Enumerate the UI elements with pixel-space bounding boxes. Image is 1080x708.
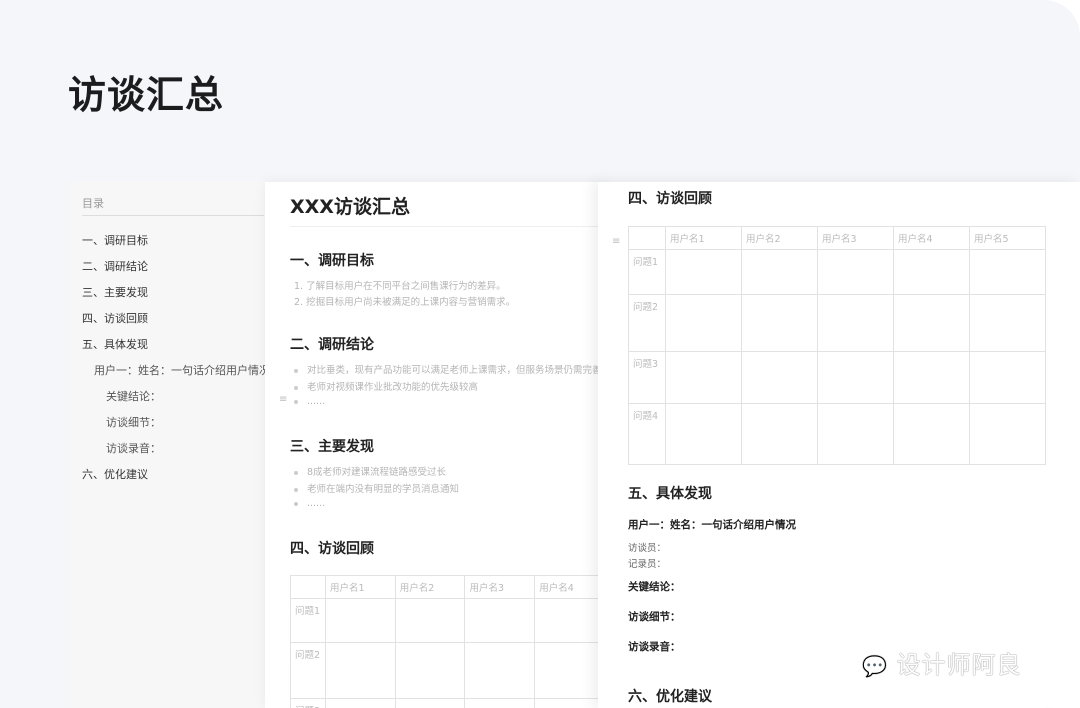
document-page-2: 四、访谈回顾 ≡ 用户名1 用户名2 用户名3 用户名4 用户名5 问题1 问题2 问题… xyxy=(598,182,1080,708)
watermark: 💬 设计师阿良 xyxy=(862,645,1022,680)
document-page-1: XXX访谈汇总 一、调研目标 1. 了解目标用户在不同平台之间售课行为的差异。 … xyxy=(265,182,605,708)
column-header: 用户名3 xyxy=(817,226,894,250)
row-header: 问题3 xyxy=(290,698,326,708)
row-header: 问题2 xyxy=(628,294,666,352)
drag-handle-icon[interactable]: ≡ xyxy=(279,394,287,405)
bullet-icon xyxy=(294,501,298,506)
section-heading: 一、调研目标 xyxy=(290,253,374,269)
section-heading: 四、访谈回顾 xyxy=(290,541,374,557)
section-heading: 四、访谈回顾 xyxy=(628,191,712,207)
column-header: 用户名4 xyxy=(893,226,970,250)
column-header: 用户名2 xyxy=(741,226,818,250)
toc-item[interactable]: 二、调研结论 xyxy=(82,258,148,274)
toc-item[interactable]: 访谈细节： xyxy=(106,414,161,430)
bullet-icon xyxy=(294,368,298,373)
recorder-label: 记录员： xyxy=(628,559,667,570)
list-item: 老师在端内没有明显的学员消息通知 xyxy=(307,484,460,495)
column-header: 用户名2 xyxy=(394,575,466,599)
interview-detail-label: 访谈细节： xyxy=(628,611,681,623)
list-item: ...... xyxy=(307,498,326,509)
row-header: 问题1 xyxy=(628,249,666,295)
watermark-text: 设计师阿良 xyxy=(896,651,1022,679)
section-heading: 五、具体发现 xyxy=(628,486,712,502)
list-item: 2. 挖掘目标用户尚未被满足的上课内容与营销需求。 xyxy=(294,297,516,308)
bullet-icon xyxy=(294,399,298,404)
section-heading: 六、优化建议 xyxy=(628,689,712,705)
toc-header: 目录 xyxy=(82,197,104,210)
list-item: 1. 了解目标用户在不同平台之间售课行为的差异。 xyxy=(294,281,506,292)
interview-audio-label: 访谈录音： xyxy=(628,641,681,653)
user-heading: 用户一：姓名：一句话介绍用户情况 xyxy=(628,519,796,531)
toc-item[interactable]: 四、访谈回顾 xyxy=(82,310,148,326)
list-item: 对比垂类，现有产品功能可以满足老师上课需求，但服务场景仍需完善 xyxy=(307,365,602,376)
column-header: 用户名5 xyxy=(969,226,1046,250)
list-item: ...... xyxy=(307,396,326,407)
row-header: 问题1 xyxy=(290,598,326,643)
toc-item[interactable]: 访谈录音： xyxy=(106,440,161,456)
wechat-icon: 💬 xyxy=(862,654,888,678)
section-heading: 二、调研结论 xyxy=(290,337,374,353)
column-header: 用户名3 xyxy=(464,575,536,599)
column-header: 用户名1 xyxy=(324,575,396,599)
row-header: 问题4 xyxy=(628,403,666,465)
divider xyxy=(290,226,605,227)
doc-title: XXX访谈汇总 xyxy=(290,196,410,218)
interviewer-label: 访谈员： xyxy=(628,543,667,554)
drag-handle-icon[interactable]: ≡ xyxy=(612,236,620,247)
toc-item[interactable]: 五、具体发现 xyxy=(82,336,148,352)
list-item: 老师对视频课作业批改功能的优先级较高 xyxy=(307,382,479,393)
toc-item[interactable]: 用户一：姓名：一句话介绍用户情况 xyxy=(94,362,270,378)
page-title: 访谈汇总 xyxy=(68,73,225,117)
interview-table: 用户名1用户名2用户名3用户名4 问题1 问题2 问题3 xyxy=(290,575,605,708)
toc-item[interactable]: 六、优化建议 xyxy=(82,466,148,482)
bullet-icon xyxy=(294,385,298,390)
section-heading: 三、主要发现 xyxy=(290,439,374,455)
bullet-icon xyxy=(294,487,298,492)
key-conclusion-label: 关键结论： xyxy=(628,581,681,593)
list-item: 8成老师对建课流程链路感受过长 xyxy=(307,467,447,478)
toc-item[interactable]: 关键结论： xyxy=(106,388,161,404)
row-header: 问题2 xyxy=(290,642,326,699)
toc-item[interactable]: 三、主要发现 xyxy=(82,284,148,300)
frame: 访谈汇总 目录 一、调研目标 二、调研结论 三、主要发现 四、访谈回顾 五、具体… xyxy=(0,0,1080,708)
interview-table: 用户名1 用户名2 用户名3 用户名4 用户名5 问题1 问题2 问题3 问题4 xyxy=(628,226,1046,465)
table-of-contents: 目录 一、调研目标 二、调研结论 三、主要发现 四、访谈回顾 五、具体发现 用户… xyxy=(70,182,270,708)
row-header: 问题3 xyxy=(628,351,666,404)
toc-item[interactable]: 一、调研目标 xyxy=(82,232,148,248)
divider xyxy=(82,215,264,216)
column-header: 用户名1 xyxy=(665,226,742,250)
column-header: 用户名4 xyxy=(534,575,605,599)
bullet-icon xyxy=(294,470,298,475)
